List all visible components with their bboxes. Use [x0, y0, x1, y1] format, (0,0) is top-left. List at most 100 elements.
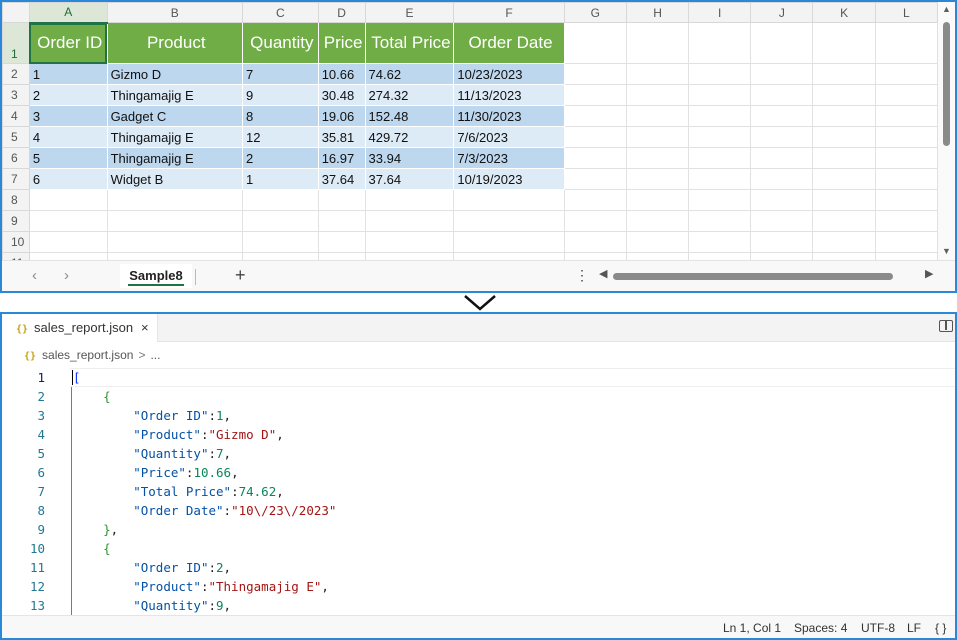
cursor-position[interactable]: Ln 1, Col 1 — [723, 621, 781, 635]
scroll-down-arrow-icon[interactable]: ▼ — [938, 246, 955, 256]
cell[interactable] — [28, 189, 108, 211]
cell[interactable] — [688, 147, 752, 169]
vertical-scroll-thumb[interactable] — [943, 22, 950, 146]
table-cell[interactable]: 8 — [241, 105, 319, 127]
column-header-d[interactable]: D — [317, 2, 366, 23]
cell[interactable] — [241, 252, 319, 260]
cell[interactable] — [453, 252, 565, 260]
close-icon[interactable]: × — [141, 320, 149, 335]
cell[interactable] — [563, 22, 627, 64]
row-header-3[interactable]: 3 — [2, 84, 30, 106]
row-header-11[interactable]: 11 — [2, 252, 30, 260]
cell[interactable] — [688, 189, 752, 211]
code-line[interactable]: 11 "Order ID":2, — [2, 558, 955, 577]
cell[interactable] — [106, 252, 243, 260]
cell[interactable] — [750, 84, 814, 106]
cell[interactable] — [874, 22, 938, 64]
code-line[interactable]: 9 }, — [2, 520, 955, 539]
cell[interactable] — [563, 168, 627, 190]
cell[interactable] — [750, 231, 814, 253]
horizontal-scroll-thumb[interactable] — [613, 273, 893, 280]
table-cell[interactable]: 1 — [28, 63, 108, 85]
code-line[interactable]: 13 "Quantity":9, — [2, 596, 955, 615]
cell[interactable] — [625, 189, 690, 211]
cell[interactable] — [453, 231, 565, 253]
table-cell[interactable]: 5 — [28, 147, 108, 169]
cell[interactable] — [812, 231, 876, 253]
column-header-e[interactable]: E — [364, 2, 455, 23]
encoding-indicator[interactable]: UTF-8 — [861, 621, 895, 635]
table-cell[interactable]: 30.48 — [317, 84, 366, 106]
code-line[interactable]: 4 "Product":"Gizmo D", — [2, 425, 955, 444]
header-cell-product[interactable]: Product — [106, 22, 243, 64]
cell[interactable] — [106, 231, 243, 253]
cell[interactable] — [750, 189, 814, 211]
row-header-6[interactable]: 6 — [2, 147, 30, 169]
table-cell[interactable]: Thingamajig E — [106, 84, 243, 106]
indentation-setting[interactable]: Spaces: 4 — [794, 621, 847, 635]
cell[interactable] — [625, 126, 690, 148]
cell[interactable] — [874, 84, 938, 106]
table-cell[interactable]: 12 — [241, 126, 319, 148]
code-line[interactable]: 6 "Price":10.66, — [2, 463, 955, 482]
table-cell[interactable]: 35.81 — [317, 126, 366, 148]
sheet-tab-sample8[interactable]: Sample8 — [120, 264, 192, 288]
cell[interactable] — [688, 210, 752, 232]
table-cell[interactable]: 33.94 — [364, 147, 455, 169]
cell[interactable] — [625, 22, 690, 64]
cell[interactable] — [625, 168, 690, 190]
table-cell[interactable]: Widget B — [106, 168, 243, 190]
cell[interactable] — [453, 189, 565, 211]
table-cell[interactable]: 429.72 — [364, 126, 455, 148]
row-header-10[interactable]: 10 — [2, 231, 30, 253]
row-header-8[interactable]: 8 — [2, 189, 30, 211]
split-editor-icon[interactable] — [939, 320, 953, 332]
row-header-5[interactable]: 5 — [2, 126, 30, 148]
cell[interactable] — [241, 231, 319, 253]
next-sheet-icon[interactable]: › — [64, 267, 69, 284]
table-cell[interactable]: 2 — [28, 84, 108, 106]
cell[interactable] — [750, 22, 814, 64]
code-line[interactable]: 10 { — [2, 539, 955, 558]
cell[interactable] — [812, 63, 876, 85]
cell[interactable] — [874, 252, 938, 260]
cell[interactable] — [750, 252, 814, 260]
previous-sheet-icon[interactable]: ‹ — [32, 267, 37, 284]
cell[interactable] — [874, 147, 938, 169]
cell[interactable] — [241, 210, 319, 232]
table-cell[interactable]: 1 — [241, 168, 319, 190]
scroll-left-arrow-icon[interactable]: ◀ — [599, 267, 607, 280]
cell[interactable] — [750, 105, 814, 127]
cell[interactable] — [688, 84, 752, 106]
cell[interactable] — [28, 231, 108, 253]
table-cell[interactable]: 11/30/2023 — [453, 105, 565, 127]
cell[interactable] — [812, 147, 876, 169]
column-header-j[interactable]: J — [750, 2, 814, 23]
cell[interactable] — [563, 126, 627, 148]
table-cell[interactable]: 19.06 — [317, 105, 366, 127]
table-cell[interactable]: 16.97 — [317, 147, 366, 169]
table-cell[interactable]: 10/23/2023 — [453, 63, 565, 85]
column-header-a[interactable]: A — [28, 2, 108, 24]
breadcrumb-more[interactable]: ... — [150, 348, 160, 362]
cell[interactable] — [874, 105, 938, 127]
cell[interactable] — [874, 189, 938, 211]
cell[interactable] — [812, 126, 876, 148]
table-cell[interactable]: 274.32 — [364, 84, 455, 106]
table-cell[interactable]: 11/13/2023 — [453, 84, 565, 106]
cell[interactable] — [874, 210, 938, 232]
cell[interactable] — [750, 210, 814, 232]
table-cell[interactable]: 7/3/2023 — [453, 147, 565, 169]
cell[interactable] — [317, 252, 366, 260]
cell[interactable] — [688, 105, 752, 127]
table-cell[interactable]: 6 — [28, 168, 108, 190]
cell[interactable] — [812, 84, 876, 106]
column-header-l[interactable]: L — [874, 2, 938, 23]
table-cell[interactable]: 74.62 — [364, 63, 455, 85]
cell[interactable] — [688, 231, 752, 253]
cell[interactable] — [317, 210, 366, 232]
cell[interactable] — [750, 147, 814, 169]
cell[interactable] — [688, 168, 752, 190]
table-cell[interactable]: 7 — [241, 63, 319, 85]
column-header-k[interactable]: K — [812, 2, 876, 23]
